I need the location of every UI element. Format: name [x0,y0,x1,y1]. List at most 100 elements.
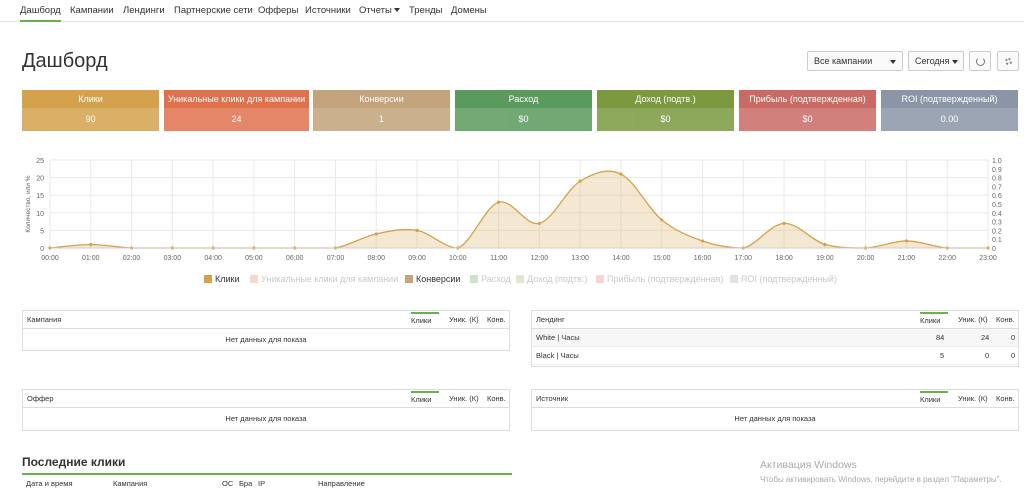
data-point [415,228,419,232]
y2-tick-label: 0.8 [992,176,1002,183]
legend-swatch [730,275,738,283]
col-ip[interactable]: IP [258,479,265,488]
legend-item[interactable]: Клики [204,274,240,284]
col-conversions[interactable]: Конв. [996,390,1015,408]
legend-swatch [516,275,524,283]
legend-item[interactable]: Расход [470,274,511,284]
x-tick-label: 19:00 [816,255,834,262]
col-unique[interactable]: Уник. (К) [958,311,988,329]
table-row[interactable]: Black | Часы 5 0 0 [532,347,1018,365]
gear-icon [1005,58,1012,65]
landing-unique: 0 [985,351,990,360]
chevron-down-icon [393,8,400,13]
x-tick-label: 14:00 [612,255,630,262]
x-tick-label: 06:00 [286,255,304,262]
stat-card-unique-clicks: Уникальные клики для кампании 24 [164,90,309,131]
legend-label: Расход [481,274,511,284]
recent-clicks-title: Последние клики [22,455,126,469]
nav-affiliate-networks[interactable]: Партнерские сети [174,0,253,22]
x-tick-label: 00:00 [41,255,59,262]
col-browser[interactable]: Бра [239,479,252,488]
series-area-clicks [50,171,988,248]
stat-card-value: 1 [313,108,450,131]
col-clicks[interactable]: Клики [920,391,948,407]
nav-trends[interactable]: Тренды [409,0,442,22]
x-tick-label: 10:00 [449,255,467,262]
col-unique[interactable]: Уник. (К) [449,311,479,329]
stat-card-value: $0 [597,108,734,131]
legend-item[interactable]: ROI (подтвержденный) [730,274,837,284]
stat-card-label: ROI (подтвержденный) [881,90,1018,108]
table-row[interactable]: White | Часы 84 24 0 [532,329,1018,347]
legend-item[interactable]: Доход (подтв.) [516,274,587,284]
data-point [374,232,378,236]
settings-button[interactable] [997,51,1019,71]
col-direction[interactable]: Направление [318,479,365,488]
campaign-select-label: Все кампании [814,56,873,66]
col-conversions[interactable]: Конв. [487,311,506,329]
nav-reports[interactable]: Отчеты [359,0,400,22]
data-point [823,242,827,247]
y2-tick-label: 0 [992,246,996,253]
y2-tick-label: 0.4 [992,211,1002,218]
stat-card-cost: Расход $0 [455,90,592,131]
legend-label: Конверсии [416,274,461,284]
y2-tick-label: 0.5 [992,202,1002,209]
campaign-select[interactable]: Все кампании [807,51,903,71]
col-unique[interactable]: Уник. (К) [449,390,479,408]
y-tick-label: 5 [40,228,44,235]
col-campaign[interactable]: Кампания [113,479,147,488]
nav-campaigns[interactable]: Кампании [70,0,114,22]
landing-conversions: 0 [1011,351,1016,360]
x-tick-label: 20:00 [857,255,875,262]
top-nav: Дашборд Кампании Лендинги Партнерские се… [0,0,1024,22]
dashboard-chart: 0 5 10 15 20 25 0 0.1 0.20.3 0.4 0.5 0.6 0.70.8 0.9 1.… [25,158,1002,262]
landing-name: Black | Часы [536,351,579,360]
col-landing[interactable]: Лендинг [536,311,565,329]
stat-card-value: 90 [22,108,159,131]
col-clicks[interactable]: Клики [920,312,948,328]
landing-clicks: 5 [940,351,945,360]
nav-offers[interactable]: Офферы [258,0,298,22]
landing-conversions: 0 [1011,333,1016,342]
x-tick-label: 16:00 [694,255,712,262]
col-offer[interactable]: Оффер [27,390,54,408]
nav-sources[interactable]: Источники [305,0,351,22]
panel-header: Оффер Клики Уник. (К) Конв. [23,390,509,408]
nav-dashboard[interactable]: Дашборд [20,0,61,22]
col-campaign[interactable]: Кампания [27,311,61,329]
landing-panel: Лендинг Клики Уник. (К) Конв. White | Ча… [531,310,1019,367]
legend-label: Уникальные клики для кампании [261,274,399,284]
panel-header: Кампания Клики Уник. (К) Конв. [23,311,509,329]
data-point [497,200,501,204]
refresh-button[interactable] [969,51,991,71]
y-tick-label: 10 [36,211,44,218]
col-conversions[interactable]: Конв. [996,311,1015,329]
legend-label: ROI (подтвержденный) [741,274,837,284]
col-clicks[interactable]: Клики [411,391,439,407]
col-clicks[interactable]: Клики [411,312,439,328]
nav-domains[interactable]: Домены [451,0,487,22]
x-tick-label: 11:00 [490,255,507,262]
stat-card-profit: Прибыль (подтвержденная) $0 [739,90,876,131]
x-tick-label: 01:00 [82,255,100,262]
stat-card-value: $0 [739,108,876,131]
period-select-label: Сегодня [915,56,950,66]
col-datetime[interactable]: Дата и время [26,479,73,488]
data-point [700,239,705,243]
nav-landings[interactable]: Лендинги [123,0,165,22]
chart-legend: Клики Уникальные клики для кампании Конвер… [0,274,1024,288]
period-select[interactable]: Сегодня [908,51,964,71]
offer-panel: Оффер Клики Уник. (К) Конв. Нет данных д… [22,389,510,431]
x-tick-label: 04:00 [204,255,222,262]
source-panel: Источник Клики Уник. (К) Конв. Нет данны… [531,389,1019,431]
col-conversions[interactable]: Конв. [487,390,506,408]
data-point [619,172,623,176]
col-source[interactable]: Источник [536,390,568,408]
legend-item[interactable]: Прибыль (подтвержденная) [596,274,723,284]
col-os[interactable]: ОС [222,479,233,488]
legend-item[interactable]: Уникальные клики для кампании [250,274,398,284]
col-unique[interactable]: Уник. (К) [958,390,988,408]
legend-item[interactable]: Конверсии [405,274,460,284]
legend-swatch [596,275,604,283]
